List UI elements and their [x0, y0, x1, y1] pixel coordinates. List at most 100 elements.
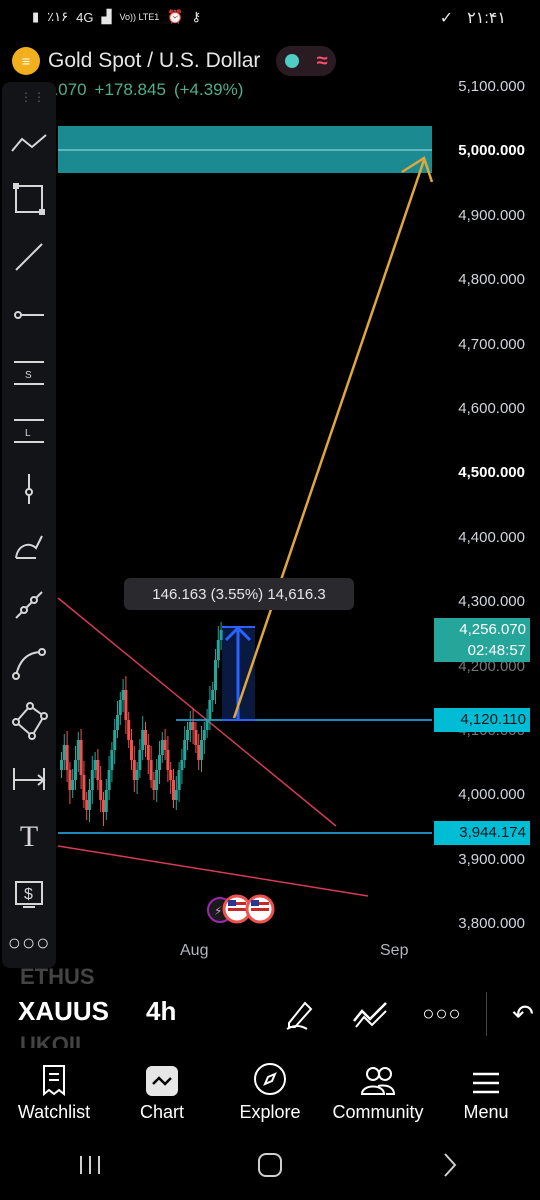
support-level-tool[interactable]: S: [8, 352, 50, 394]
indicator-button[interactable]: [350, 994, 390, 1034]
price-axis-label: 5,100.000: [458, 78, 525, 95]
price-axis-label: 4,500.000: [458, 464, 525, 482]
text-tool-icon[interactable]: T: [8, 816, 50, 858]
price-axis-label: 3,900.000: [458, 850, 525, 868]
candle-body: [88, 790, 91, 810]
timeframe-selector[interactable]: 4h: [146, 996, 176, 1027]
nav-menu-label: Menu: [463, 1102, 509, 1122]
price-change-line: 5.070 +178.845 (+4.39%): [44, 80, 243, 100]
projection-arrow-line[interactable]: [232, 159, 426, 719]
path-icon: [15, 591, 43, 619]
nav-community[interactable]: Community: [324, 1060, 432, 1130]
bottom-navigation: Watchlist Chart Explore Community Menu: [0, 1060, 540, 1130]
price-axis-label: 4,800.000: [458, 271, 525, 289]
curve-tool[interactable]: [8, 642, 50, 684]
candle-body: [174, 790, 178, 800]
candle-body: [146, 745, 150, 760]
measure-tooltip: 146.163 (3.55%) 14,616.3: [124, 578, 354, 610]
candle-body: [169, 770, 173, 780]
candle-body: [155, 770, 159, 790]
curve-icon: [12, 648, 46, 680]
line-tool[interactable]: [8, 236, 50, 278]
candle-body: [79, 740, 83, 775]
home-icon[interactable]: [240, 1145, 300, 1185]
compass-icon: [253, 1060, 287, 1096]
candle-body: [191, 722, 195, 730]
candle-body: [214, 660, 217, 690]
candle-body: [118, 700, 122, 715]
trend-line-tool[interactable]: [8, 122, 50, 164]
candle-body: [113, 730, 117, 750]
candle-body: [110, 750, 114, 770]
drag-handle-icon[interactable]: ⋮⋮: [20, 90, 46, 104]
line-icon: [15, 243, 43, 271]
candle-body: [160, 740, 164, 755]
more-tools-icon[interactable]: ○○○: [8, 922, 50, 964]
rectangle-tool[interactable]: [8, 178, 50, 220]
flag-stripe: [228, 908, 246, 911]
recents-icon[interactable]: [60, 1145, 120, 1185]
price-note-icon: $: [15, 881, 43, 908]
candle-body: [200, 740, 203, 760]
nav-menu[interactable]: Menu: [432, 1060, 540, 1130]
candle-body: [71, 780, 75, 790]
drawing-mode-button[interactable]: [280, 994, 320, 1034]
path-tool[interactable]: [8, 584, 50, 626]
nav-explore-label: Explore: [239, 1102, 301, 1122]
vertical-line-icon: [25, 474, 33, 504]
back-icon[interactable]: [420, 1145, 480, 1185]
current-symbol[interactable]: XAUUS: [18, 996, 109, 1027]
price-axis-label: 4,300.000: [458, 593, 525, 611]
trend-indicator-icon: [353, 1002, 387, 1028]
candle-body: [107, 770, 111, 790]
flag-stripe: [251, 908, 269, 911]
symbol-header[interactable]: ≡ Gold Spot / U.S. Dollar ≈: [12, 44, 337, 78]
horizontal-ray-tool[interactable]: [8, 294, 50, 336]
svg-text:L: L: [25, 428, 31, 439]
change-percent: (+4.39%): [173, 80, 244, 99]
price-note-tool[interactable]: $: [8, 874, 50, 916]
horizontal-ray-icon: [14, 311, 44, 319]
candle-body: [104, 790, 108, 812]
trend-line-icon: [11, 134, 47, 152]
more-options-icon[interactable]: ○○○: [422, 994, 462, 1034]
change-absolute: +178.845: [94, 80, 166, 99]
vertical-line-tool[interactable]: [8, 468, 50, 510]
market-status-pill[interactable]: ≈: [276, 46, 337, 76]
polygon-tool[interactable]: [8, 700, 50, 742]
candle-body: [85, 800, 89, 810]
candle-body: [135, 770, 139, 780]
market-open-dot-icon: [285, 54, 300, 68]
candle-body: [90, 770, 94, 790]
nav-community-label: Community: [332, 1102, 424, 1122]
time-label-aug: Aug: [180, 942, 209, 959]
gold-logo-icon: ≡: [12, 47, 40, 75]
polygon-icon: [12, 702, 48, 740]
candle-body: [163, 740, 167, 750]
chart-icon-wrap: [146, 1060, 178, 1096]
candle-body: [74, 760, 77, 780]
candle-body: [116, 715, 119, 730]
next-symbol[interactable]: UKOIL: [20, 1032, 88, 1048]
candle-body: [130, 740, 133, 760]
prev-symbol[interactable]: ETHUS: [20, 964, 95, 990]
candle-body: [138, 750, 142, 770]
chart-icon: [146, 1066, 178, 1096]
candle-body: [127, 720, 131, 740]
descending-trendline-lower[interactable]: [57, 845, 369, 897]
candle-body: [102, 800, 105, 812]
candle-body: [93, 760, 97, 770]
back-arrow-icon[interactable]: ↶: [506, 994, 540, 1034]
brush-tool[interactable]: [8, 526, 50, 568]
drawing-toolbar: ⋮⋮ S L T $ ○○○: [2, 82, 56, 968]
nav-chart[interactable]: Chart: [108, 1060, 216, 1130]
price-label-icon: L: [14, 419, 44, 443]
nav-watchlist[interactable]: Watchlist: [0, 1060, 108, 1130]
lightning-icon: ⚡: [214, 904, 222, 918]
candle-body: [197, 745, 201, 760]
level-tag-3944: 3,944.174: [434, 821, 530, 845]
strip-divider: [486, 992, 487, 1036]
nav-explore[interactable]: Explore: [216, 1060, 324, 1130]
price-label-tool[interactable]: L: [8, 410, 50, 452]
date-range-tool[interactable]: [8, 758, 50, 800]
